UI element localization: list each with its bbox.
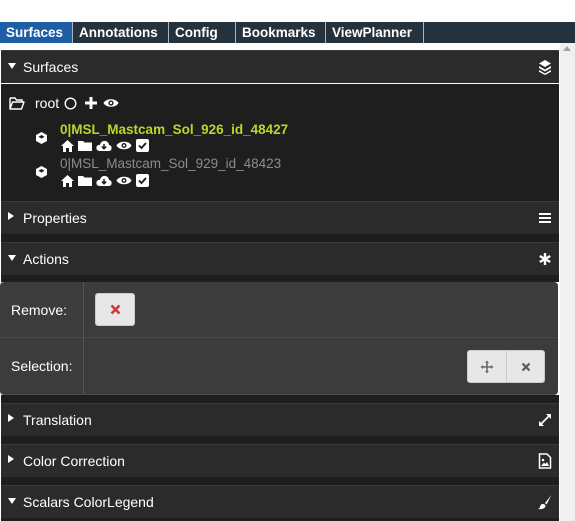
root-label[interactable]: root [35,95,59,111]
layers-icon[interactable] [537,59,553,75]
caret-right-icon [8,414,14,422]
eye-icon[interactable] [116,140,132,151]
layer-name-active[interactable]: 0|MSL_Mastcam_Sol_926_id_48427 [60,122,288,137]
section-color-correction-title: Color Correction [23,453,125,469]
tab-surfaces[interactable]: Surfaces [0,22,73,43]
cloud-download-icon[interactable] [96,140,112,152]
caret-down-icon [8,63,16,69]
folder-open-icon[interactable] [9,97,25,110]
vertical-scrollbar[interactable] [560,43,575,521]
caret-right-icon [8,455,14,463]
menu-icon[interactable] [537,210,553,226]
folder-icon[interactable] [78,140,92,151]
section-properties-header[interactable]: Properties [1,201,559,234]
section-gap [1,275,559,282]
close-icon [110,304,120,315]
cube-icon [36,132,47,144]
cloud-download-icon[interactable] [96,175,112,187]
home-icon[interactable] [61,174,74,187]
layer-name-inactive[interactable]: 0|MSL_Mastcam_Sol_929_id_48423 [60,156,281,171]
clear-selection-button[interactable] [506,350,545,383]
surfaces-panel: Surfaces root 0|MSL_Mastcam_Sol_926_id_4… [0,43,560,521]
caret-right-icon [8,212,14,220]
remove-button[interactable] [95,293,135,326]
cube-icon [36,166,47,178]
selection-label: Selection: [0,338,84,394]
tab-annotations[interactable]: Annotations [73,22,169,43]
section-scalars-legend-title: Scalars ColorLegend [23,494,154,510]
plus-icon[interactable] [85,97,97,109]
section-scalars-legend-header[interactable]: Scalars ColorLegend [1,485,559,518]
remove-row: Remove: [0,282,558,338]
eye-icon[interactable] [103,97,119,109]
tab-bar: Surfaces Annotations Config Bookmarks Vi… [0,22,575,43]
section-gap [1,395,559,403]
section-surfaces-header[interactable]: Surfaces [1,50,559,83]
brush-icon[interactable] [537,494,553,510]
move-icon [480,360,494,373]
image-file-icon[interactable] [537,453,553,469]
tab-config[interactable]: Config [169,22,236,43]
section-translation-header[interactable]: Translation [1,403,559,436]
tab-bookmarks[interactable]: Bookmarks [236,22,326,43]
asterisk-icon[interactable] [537,251,553,267]
tab-viewplanner[interactable]: ViewPlanner [326,22,424,43]
eye-icon[interactable] [116,175,132,186]
section-gap [1,477,559,485]
section-actions-title: Actions [23,251,69,267]
section-actions-header[interactable]: Actions [1,242,559,275]
scroll-up-icon[interactable] [563,46,571,51]
expand-icon[interactable] [537,412,553,428]
checkbox-checked-icon[interactable] [136,139,149,152]
section-gap [1,436,559,444]
caret-down-icon [8,255,16,261]
layer-1-tools [61,139,149,152]
close-icon [521,362,530,371]
home-icon[interactable] [61,139,74,152]
move-selection-button[interactable] [467,350,507,383]
section-properties-title: Properties [23,210,87,226]
checkbox-checked-icon[interactable] [136,174,149,187]
surface-tree: root 0|MSL_Mastcam_Sol_926_id_48427 0|MS… [1,84,559,201]
remove-label: Remove: [0,282,84,337]
section-gap [1,234,559,242]
circle-icon[interactable] [64,97,77,110]
section-translation-title: Translation [23,412,92,428]
caret-down-icon [8,498,16,504]
layer-2-tools [61,174,149,187]
section-color-correction-header[interactable]: Color Correction [1,444,559,477]
selection-row: Selection: [0,338,558,395]
folder-icon[interactable] [78,175,92,186]
section-surfaces-title: Surfaces [23,59,79,75]
